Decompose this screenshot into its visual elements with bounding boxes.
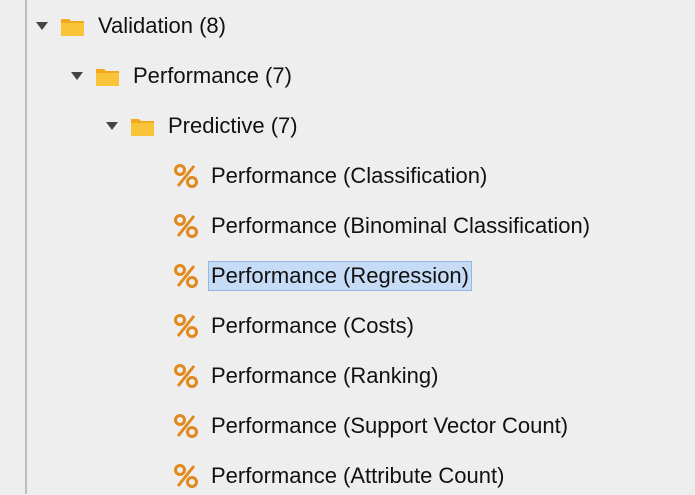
operator-label: Performance (Support Vector Count) — [211, 413, 569, 438]
operator-label: Performance (Ranking) — [211, 363, 439, 388]
percent-icon — [174, 414, 198, 438]
tree-node-performance[interactable]: Performance (7) — [71, 57, 295, 95]
expand-toggle-icon[interactable] — [106, 122, 118, 130]
operator-tree-panel: Validation (8) Performance (7) Predictiv… — [0, 0, 695, 494]
tree-node-label: Performance (7) — [133, 63, 292, 88]
operator-label: Performance (Costs) — [211, 313, 414, 338]
operator-label: Performance (Classification) — [211, 163, 488, 188]
operator-item-selected[interactable]: Performance (Regression) — [172, 257, 472, 295]
expand-toggle-icon[interactable] — [36, 22, 48, 30]
tree-node-validation[interactable]: Validation (8) — [36, 7, 229, 45]
operator-item[interactable]: Performance (Support Vector Count) — [172, 407, 571, 445]
operator-label: Performance (Regression) — [208, 261, 472, 291]
folder-open-icon — [131, 119, 154, 136]
percent-icon — [174, 464, 198, 488]
operator-label: Performance (Binominal Classification) — [211, 213, 591, 238]
panel-left-border — [25, 0, 27, 494]
percent-icon — [174, 264, 198, 288]
operator-label: Performance (Attribute Count) — [211, 463, 505, 488]
percent-icon — [174, 364, 198, 388]
operator-item[interactable]: Performance (Costs) — [172, 307, 417, 345]
operator-item[interactable]: Performance (Classification) — [172, 157, 490, 195]
tree-node-label: Validation (8) — [98, 13, 226, 38]
percent-icon — [174, 164, 198, 188]
percent-icon — [174, 314, 198, 338]
folder-open-icon — [61, 19, 84, 36]
operator-item[interactable]: Performance (Binominal Classification) — [172, 207, 593, 245]
operator-item[interactable]: Performance (Ranking) — [172, 357, 441, 395]
expand-toggle-icon[interactable] — [71, 72, 83, 80]
tree-node-predictive[interactable]: Predictive (7) — [106, 107, 301, 145]
tree-node-label: Predictive (7) — [168, 113, 298, 138]
folder-open-icon — [96, 69, 119, 86]
operator-item[interactable]: Performance (Attribute Count) — [172, 457, 507, 495]
percent-icon — [174, 214, 198, 238]
